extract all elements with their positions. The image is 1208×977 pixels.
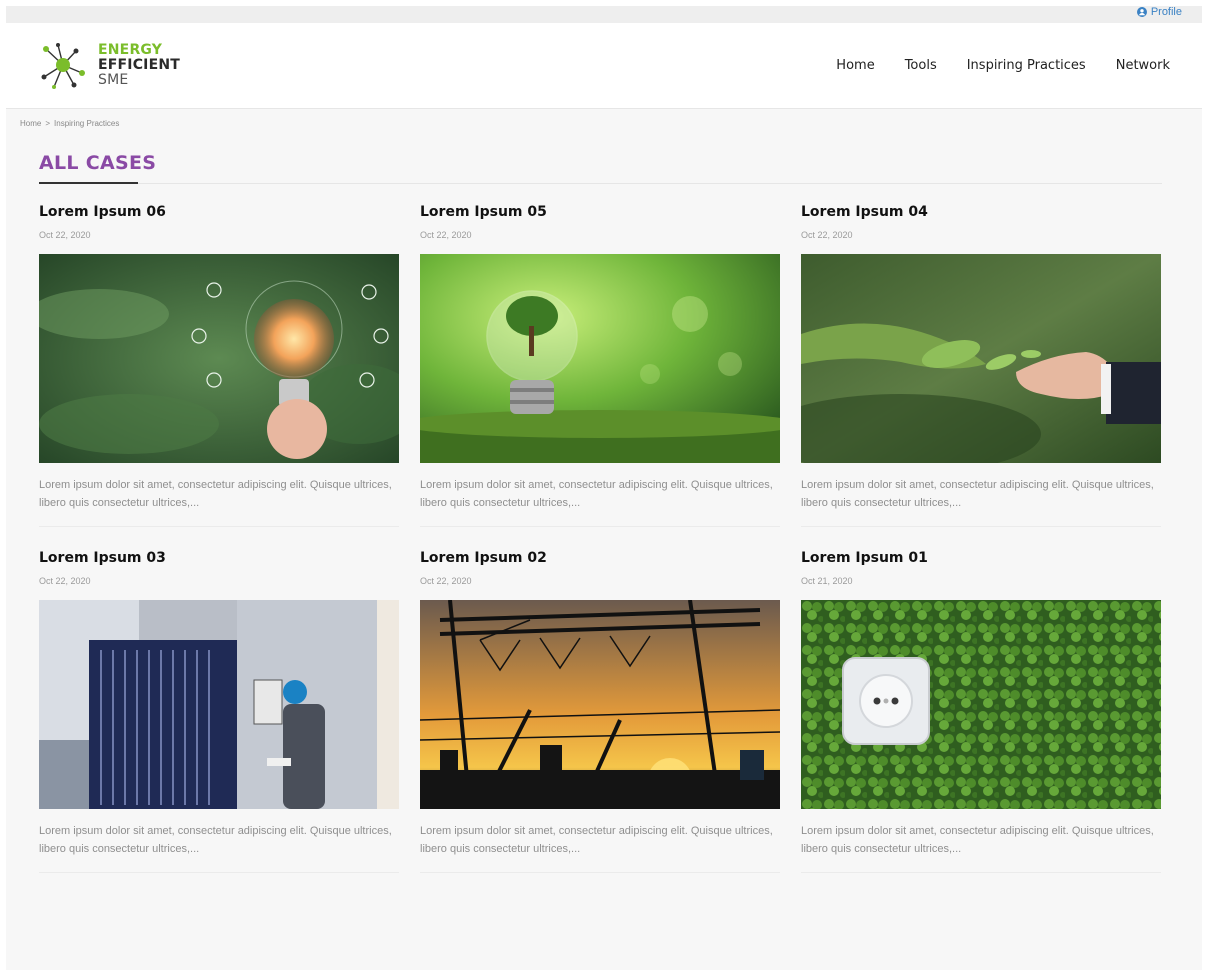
card-excerpt: Lorem ipsum dolor sit amet, consectetur … [801,479,1154,509]
card-excerpt: Lorem ipsum dolor sit amet, consectetur … [39,825,392,855]
card-title[interactable]: Lorem Ipsum 04 [801,204,928,220]
card-divider [39,872,399,873]
nav-item-tools[interactable]: Tools [905,58,937,73]
card-title[interactable]: Lorem Ipsum 01 [801,550,928,566]
card-excerpt: Lorem ipsum dolor sit amet, consectetur … [801,825,1154,855]
card-excerpt: Lorem ipsum dolor sit amet, consectetur … [39,479,392,509]
site-logo[interactable]: ENERGY EFFICIENT SME [36,37,180,93]
card-title[interactable]: Lorem Ipsum 06 [39,204,166,220]
card-image-socket-clover[interactable] [801,600,1161,809]
card-image-handshake-nature[interactable] [801,254,1161,463]
logo-line-energy: ENERGY [98,41,163,58]
page: Profile ENERGY EFFICIENT SME Home Tools … [6,6,1202,970]
card-title[interactable]: Lorem Ipsum 05 [420,204,547,220]
card-image-tree-bulb[interactable] [420,254,780,463]
title-underline [39,182,138,184]
main-nav: Home Tools Inspiring Practices Network [836,58,1170,73]
breadcrumb-home[interactable]: Home [20,119,41,128]
card-divider [39,526,399,527]
top-bar: Profile [6,6,1202,23]
card-excerpt: Lorem ipsum dolor sit amet, consectetur … [420,479,773,509]
title-divider [138,183,1162,184]
card-date: Oct 22, 2020 [39,576,91,586]
card-divider [801,526,1161,527]
nav-item-home[interactable]: Home [836,58,874,73]
card-date: Oct 22, 2020 [420,576,472,586]
case-card: Lorem Ipsum 05 Oct 22, 2020 Lorem ipsum … [420,204,780,534]
nav-item-network[interactable]: Network [1116,58,1170,73]
nav-item-inspiring-practices[interactable]: Inspiring Practices [967,58,1086,73]
case-card: Lorem Ipsum 02 Oct 22, 2020 Lorem ipsum … [420,550,780,880]
case-card: Lorem Ipsum 01 Oct 21, 2020 Lorem ipsum … [801,550,1161,880]
card-divider [420,872,780,873]
card-divider [420,526,780,527]
molecule-logo-icon [41,43,85,89]
logo-wordmark: ENERGY EFFICIENT SME [98,41,181,88]
site-header: ENERGY EFFICIENT SME Home Tools Inspirin… [6,23,1202,109]
card-image-transformer-worker[interactable] [39,600,399,809]
card-date: Oct 22, 2020 [39,230,91,240]
card-divider [801,872,1161,873]
card-image-lightbulb[interactable] [39,254,399,463]
logo-line-sme: SME [98,71,129,88]
card-excerpt: Lorem ipsum dolor sit amet, consectetur … [420,825,773,855]
case-card: Lorem Ipsum 03 Oct 22, 2020 Lorem ipsum … [39,550,399,880]
logo-line-efficient: EFFICIENT [98,56,181,73]
card-image-power-substation[interactable] [420,600,780,809]
profile-label: Profile [1150,6,1182,18]
card-date: Oct 22, 2020 [801,230,853,240]
card-title[interactable]: Lorem Ipsum 03 [39,550,166,566]
card-date: Oct 21, 2020 [801,576,853,586]
profile-link[interactable]: Profile [1136,6,1182,18]
card-title[interactable]: Lorem Ipsum 02 [420,550,547,566]
breadcrumb-current: Inspiring Practices [54,119,120,128]
breadcrumb-separator: > [45,119,51,128]
card-date: Oct 22, 2020 [420,230,472,240]
user-circle-icon [1136,7,1147,17]
case-card: Lorem Ipsum 06 Oct 22, 2020 Lorem ipsum … [39,204,399,534]
page-title: ALL CASES [39,152,157,174]
case-card: Lorem Ipsum 04 Oct 22, 2020 Lorem ipsum … [801,204,1161,534]
breadcrumb: Home > Inspiring Practices [20,119,119,128]
